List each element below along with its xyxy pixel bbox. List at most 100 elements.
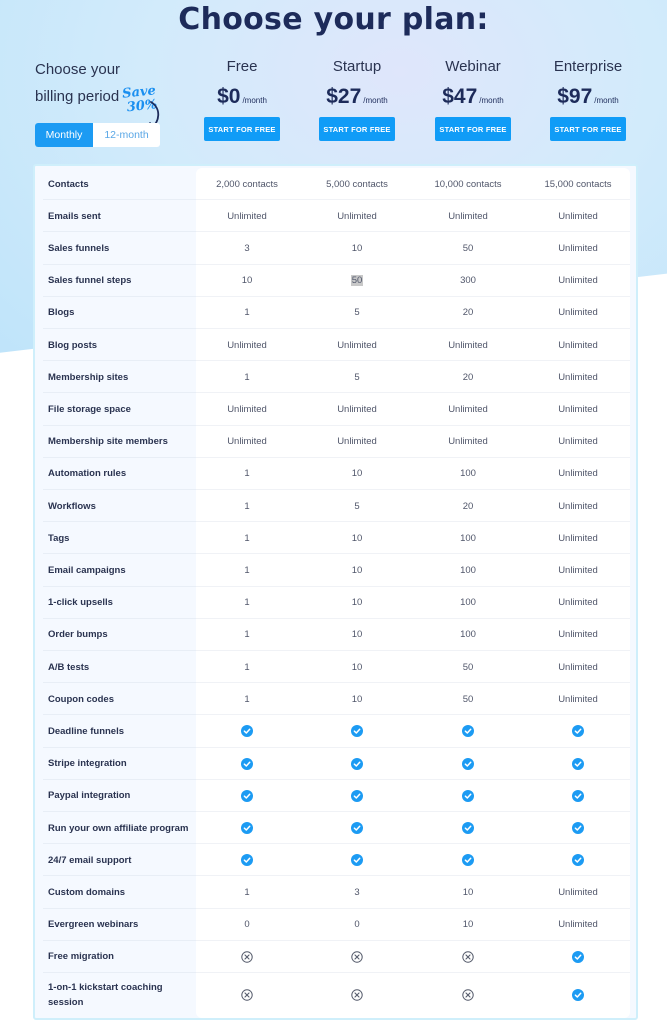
table-row: Paypal integration bbox=[35, 780, 630, 812]
check-icon bbox=[192, 780, 302, 812]
table-row: Blogs 1 5 20 Unlimited bbox=[35, 297, 630, 329]
start-for-free-button[interactable]: START FOR FREE bbox=[550, 117, 626, 141]
cross-icon bbox=[413, 973, 523, 1017]
feature-label: Order bumps bbox=[48, 629, 108, 641]
plan-enterprise: Enterprise $97/month START FOR FREE bbox=[533, 56, 643, 141]
feature-label: 24/7 email support bbox=[48, 854, 132, 866]
feature-value: 10 bbox=[462, 919, 474, 931]
plan-price: $0/month bbox=[187, 85, 297, 109]
cross-icon bbox=[413, 941, 523, 973]
start-for-free-button[interactable]: START FOR FREE bbox=[319, 117, 395, 141]
feature-label: Sales funnels bbox=[48, 242, 110, 254]
table-row: Blog posts Unlimited Unlimited Unlimited Unl… bbox=[35, 329, 630, 362]
price-period: /month bbox=[594, 96, 619, 105]
plan-price: $97/month bbox=[533, 85, 643, 109]
check-icon bbox=[413, 748, 523, 780]
plan-price: $47/month bbox=[418, 85, 528, 109]
price-period: /month bbox=[479, 96, 504, 105]
table-row: Coupon codes 1 10 50 Unlimited bbox=[35, 683, 630, 716]
feature-value: 50 bbox=[462, 693, 474, 705]
check-icon bbox=[523, 973, 633, 1017]
feature-value: 1 bbox=[244, 532, 250, 544]
feature-value: 100 bbox=[460, 564, 476, 576]
check-icon bbox=[192, 748, 302, 780]
monthly-option[interactable]: Monthly bbox=[35, 123, 93, 147]
feature-value: Unlimited bbox=[558, 919, 598, 931]
feature-value: 5 bbox=[354, 371, 360, 383]
feature-value: Unlimited bbox=[448, 403, 488, 415]
feature-label: Evergreen webinars bbox=[48, 919, 139, 931]
check-icon bbox=[523, 780, 633, 812]
table-row: Deadline funnels bbox=[35, 715, 630, 748]
feature-value: Unlimited bbox=[558, 275, 598, 287]
feature-value: 10 bbox=[351, 532, 363, 544]
feature-label: Paypal integration bbox=[48, 790, 131, 802]
feature-value: Unlimited bbox=[558, 661, 598, 673]
feature-label: Email campaigns bbox=[48, 564, 126, 576]
feature-value: Unlimited bbox=[558, 693, 598, 705]
feature-value: 1 bbox=[244, 629, 250, 641]
plan-webinar: Webinar $47/month START FOR FREE bbox=[418, 56, 528, 141]
feature-label: A/B tests bbox=[48, 661, 90, 673]
table-row: 1-on-1 kickstart coaching session bbox=[35, 973, 630, 1017]
plan-name: Webinar bbox=[445, 58, 501, 75]
price-period: /month bbox=[242, 96, 267, 105]
table-row: Contacts 2,000 contacts 5,000 contacts 10,0… bbox=[35, 168, 630, 201]
plan-name: Free bbox=[226, 58, 258, 75]
price-amount: $0 bbox=[217, 85, 241, 108]
table-row: 24/7 email support bbox=[35, 844, 630, 877]
feature-value: Unlimited bbox=[558, 371, 598, 383]
feature-value: 1 bbox=[244, 597, 250, 609]
table-row: Membership sites 1 5 20 Unlimited bbox=[35, 361, 630, 394]
price-period: /month bbox=[363, 96, 388, 105]
feature-value: 1 bbox=[244, 886, 250, 898]
start-for-free-button[interactable]: START FOR FREE bbox=[204, 117, 280, 141]
feature-value: 0 bbox=[354, 919, 360, 931]
price-amount: $47 bbox=[442, 85, 478, 108]
billing-period-selector: Choose your billing period Save 30% Mont… bbox=[35, 56, 160, 147]
feature-value: 20 bbox=[462, 500, 474, 512]
feature-value: Unlimited bbox=[227, 339, 267, 351]
feature-value: Unlimited bbox=[558, 210, 598, 222]
feature-value: 3 bbox=[354, 886, 360, 898]
table-row: Order bumps 1 10 100 Unlimited bbox=[35, 619, 630, 651]
feature-label: Coupon codes bbox=[48, 693, 114, 705]
check-icon bbox=[523, 748, 633, 780]
feature-value: 0 bbox=[244, 919, 250, 931]
table-row: 1-click upsells 1 10 100 Unlimited bbox=[35, 587, 630, 619]
feature-label: Membership site members bbox=[48, 436, 168, 448]
feature-value: 10 bbox=[241, 275, 253, 287]
feature-value: 100 bbox=[460, 468, 476, 480]
12-month-option[interactable]: 12-month bbox=[93, 123, 160, 147]
feature-value: 1 bbox=[244, 371, 250, 383]
feature-value: Unlimited bbox=[558, 886, 598, 898]
table-row: A/B tests 1 10 50 Unlimited bbox=[35, 651, 630, 684]
feature-label: Deadline funnels bbox=[48, 725, 125, 737]
feature-label: Emails sent bbox=[48, 210, 101, 222]
feature-value: 10 bbox=[351, 242, 363, 254]
feature-value: 10 bbox=[351, 564, 363, 576]
feature-value: 1 bbox=[244, 307, 250, 319]
feature-value: Unlimited bbox=[448, 339, 488, 351]
feature-value: 100 bbox=[460, 597, 476, 609]
feature-value: Unlimited bbox=[558, 564, 598, 576]
table-row: Workflows 1 5 20 Unlimited bbox=[35, 490, 630, 523]
feature-label: Custom domains bbox=[48, 886, 126, 898]
feature-value: 100 bbox=[460, 532, 476, 544]
check-icon bbox=[192, 812, 302, 844]
feature-value: 5,000 contacts bbox=[326, 178, 388, 190]
table-row: File storage space Unlimited Unlimited Unli… bbox=[35, 393, 630, 426]
comparison-table: Contacts 2,000 contacts 5,000 contacts 10,0… bbox=[33, 164, 638, 1020]
feature-label: 1-on-1 kickstart coaching session bbox=[48, 982, 163, 1008]
feature-value: Unlimited bbox=[448, 210, 488, 222]
feature-value: 10,000 contacts bbox=[434, 178, 502, 190]
table-row: Run your own affiliate program bbox=[35, 812, 630, 845]
start-for-free-button[interactable]: START FOR FREE bbox=[435, 117, 511, 141]
cross-icon bbox=[192, 941, 302, 973]
feature-value: 1 bbox=[244, 693, 250, 705]
check-icon bbox=[302, 844, 412, 876]
feature-label: Contacts bbox=[48, 178, 89, 190]
feature-value: 1 bbox=[244, 661, 250, 673]
feature-value: 5 bbox=[354, 307, 360, 319]
price-amount: $97 bbox=[557, 85, 593, 108]
